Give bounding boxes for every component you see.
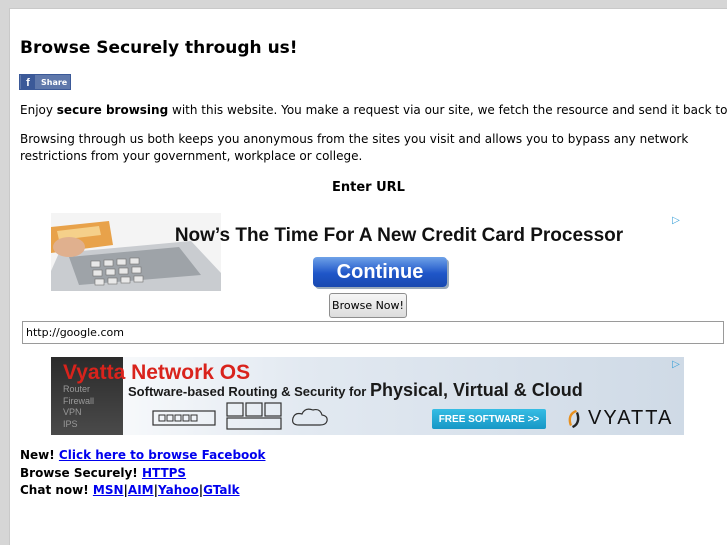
browse-facebook-link[interactable]: Click here to browse Facebook bbox=[59, 448, 266, 462]
description-text: Browsing through us both keeps you anony… bbox=[20, 132, 689, 163]
content-panel: Browse Securely through us! f Share Enjo… bbox=[9, 8, 727, 545]
yahoo-link[interactable]: Yahoo bbox=[158, 483, 199, 497]
network-diagram-icon bbox=[152, 402, 328, 430]
feature-item: IPS bbox=[63, 418, 78, 429]
facebook-share-button[interactable]: f Share bbox=[19, 74, 71, 90]
https-line: Browse Securely! HTTPS bbox=[20, 465, 266, 483]
subtitle-small: Software-based Routing & Security for bbox=[128, 384, 370, 399]
adchoices-icon[interactable]: ▷ bbox=[670, 359, 682, 371]
adchoices-icon[interactable]: ▷ bbox=[670, 215, 682, 227]
feature-item: Firewall bbox=[63, 395, 95, 406]
gtalk-link[interactable]: GTalk bbox=[203, 483, 239, 497]
footer-links: New! Click here to browse Facebook Brows… bbox=[20, 447, 266, 500]
vyatta-ad-subtitle: Software-based Routing & Security for Ph… bbox=[128, 380, 583, 401]
credit-card-ad[interactable]: Now’s The Time For A New Credit Card Pro… bbox=[51, 213, 684, 291]
msn-link[interactable]: MSN bbox=[93, 483, 124, 497]
facebook-icon: f bbox=[21, 75, 35, 89]
browse-now-button[interactable]: Browse Now! bbox=[329, 293, 407, 318]
chat-line: Chat now! MSN|AIM|Yahoo|GTalk bbox=[20, 482, 266, 500]
feature-item: VPN bbox=[63, 407, 82, 417]
enter-url-label: Enter URL bbox=[332, 180, 405, 195]
intro-after: with this website. You make a request vi… bbox=[168, 103, 727, 117]
aim-link[interactable]: AIM bbox=[128, 483, 154, 497]
facebook-line: New! Click here to browse Facebook bbox=[20, 447, 266, 465]
intro-before: Enjoy bbox=[20, 103, 57, 117]
feature-list: Router Firewall VPN IPS bbox=[63, 384, 119, 430]
vyatta-ad[interactable]: Vyatta Network OS Router Firewall VPN IP… bbox=[51, 357, 684, 435]
https-link[interactable]: HTTPS bbox=[142, 466, 186, 480]
line-prefix: Browse Securely! bbox=[20, 465, 142, 480]
ad-headline: Now’s The Time For A New Credit Card Pro… bbox=[174, 225, 624, 246]
page-title: Browse Securely through us! bbox=[20, 38, 298, 58]
line-prefix: Chat now! bbox=[20, 483, 93, 497]
vyatta-brand-text: VYATTA bbox=[588, 407, 674, 429]
line-prefix: New! bbox=[20, 448, 59, 462]
feature-item: Router bbox=[63, 384, 91, 394]
vyatta-logo: VYATTA bbox=[566, 407, 673, 430]
url-input[interactable]: http://google.com bbox=[22, 321, 724, 344]
share-label: Share bbox=[41, 77, 68, 87]
free-software-button[interactable]: FREE SOFTWARE >> bbox=[432, 409, 546, 429]
continue-button[interactable]: Continue bbox=[313, 257, 447, 287]
intro-bold: secure browsing bbox=[56, 103, 169, 117]
subtitle-big: Physical, Virtual & Cloud bbox=[369, 380, 583, 400]
vyatta-mark-icon bbox=[568, 409, 580, 428]
intro-text: Enjoy secure browsing with this website.… bbox=[20, 102, 727, 119]
